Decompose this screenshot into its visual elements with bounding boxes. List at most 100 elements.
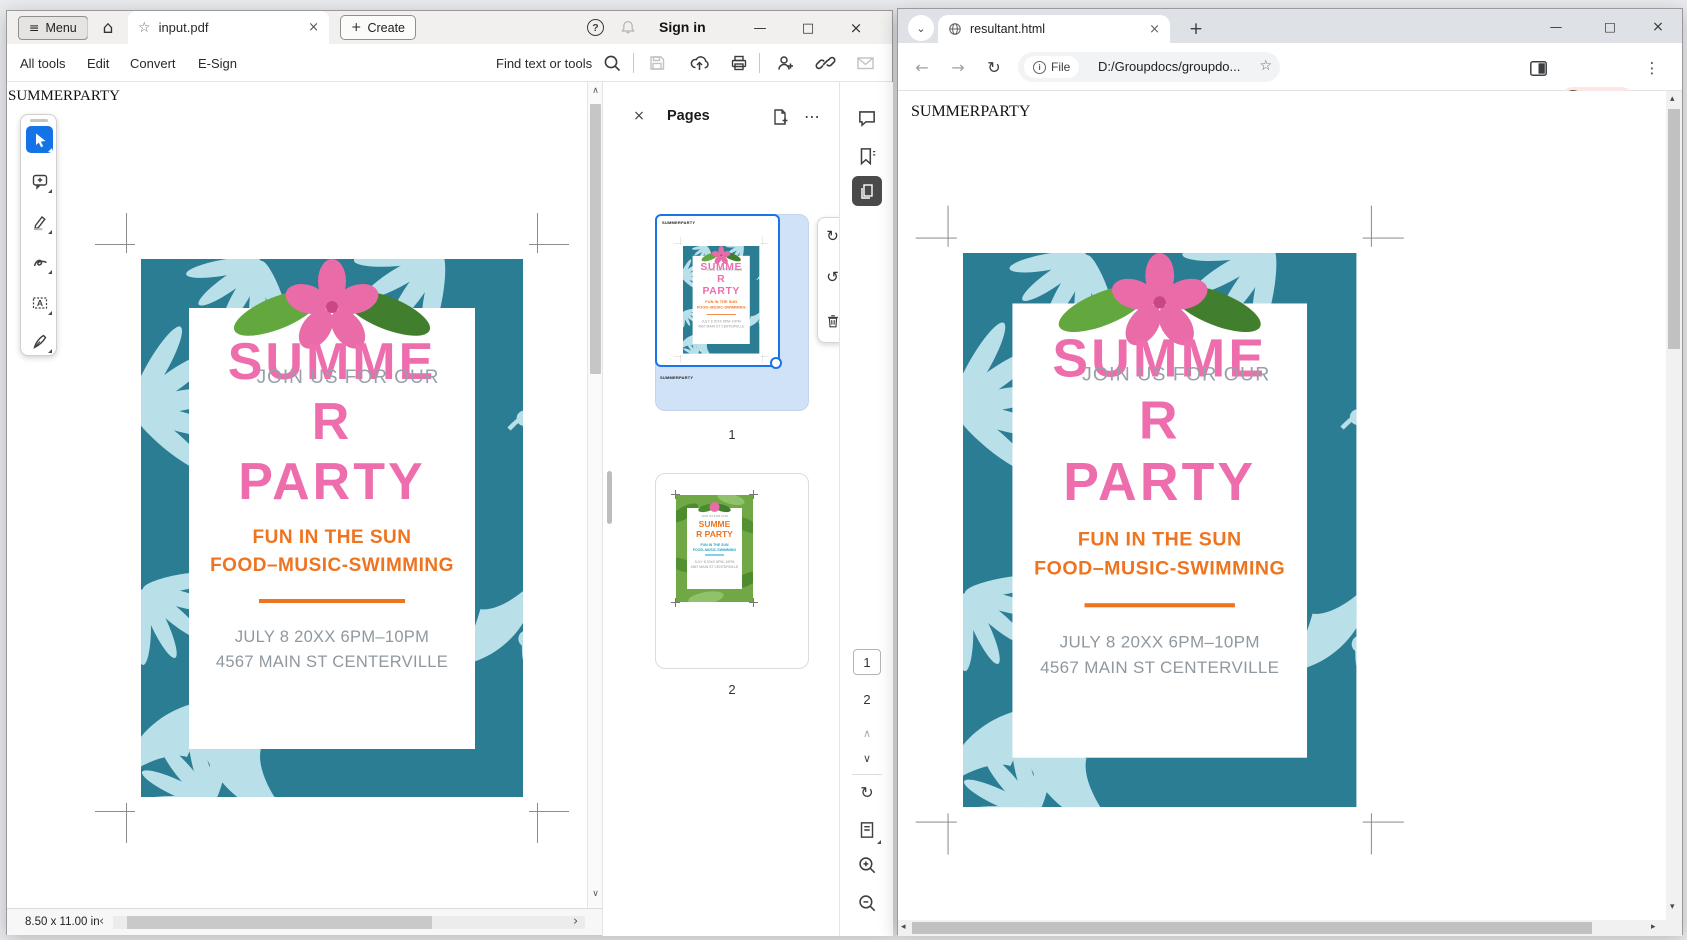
close-button[interactable]: × <box>841 18 871 38</box>
scroll-right-arrow[interactable]: ▸ <box>1651 923 1656 932</box>
menu-convert[interactable]: Convert <box>130 44 176 82</box>
comment-icon <box>856 107 878 129</box>
address-bar[interactable]: i File D:/Groupdocs/groupdo... ☆ <box>1018 52 1280 82</box>
panel-close-icon[interactable]: × <box>629 106 649 126</box>
star-icon[interactable]: ☆ <box>138 21 151 35</box>
link-button[interactable] <box>815 53 835 73</box>
file-scheme-chip[interactable]: i File <box>1024 56 1079 78</box>
bookmarks-panel-button[interactable] <box>855 144 879 168</box>
highlight-tool-button[interactable] <box>26 208 53 235</box>
zoom-in-icon <box>856 854 878 876</box>
drag-handle[interactable] <box>30 119 48 122</box>
notifications-button[interactable] <box>619 18 637 40</box>
home-button[interactable]: ⌂ <box>96 16 120 40</box>
current-page-box[interactable]: 1 <box>853 649 881 675</box>
new-tab-button[interactable]: + <box>1184 17 1208 41</box>
crop-mark <box>671 490 680 499</box>
scroll-left-arrow[interactable]: ‹ <box>99 915 104 928</box>
pages-panel-button[interactable] <box>852 176 882 206</box>
scrollbar-thumb[interactable] <box>590 104 601 374</box>
document-pane[interactable]: SUMMERPARTY A <box>7 82 587 908</box>
search-button[interactable] <box>602 53 622 73</box>
vertical-scrollbar[interactable]: ▴ ▾ <box>1666 91 1682 920</box>
right-rail: 1 2 ∧ ∨ ↻ <box>839 82 893 936</box>
sign-in-button[interactable]: Sign in <box>659 19 706 35</box>
comments-panel-button[interactable] <box>855 106 879 130</box>
help-button[interactable]: ? <box>587 19 604 36</box>
horizontal-scrollbar[interactable]: ◂ ▸ <box>898 920 1666 936</box>
menu-edit[interactable]: Edit <box>87 44 109 82</box>
scroll-down-arrow[interactable]: ∨ <box>588 890 603 899</box>
close-button[interactable]: × <box>1642 17 1674 37</box>
flyer-divider <box>707 314 736 315</box>
share-upload-button[interactable] <box>689 53 709 73</box>
tab-close-icon[interactable]: × <box>308 21 319 34</box>
rotate-page-button[interactable]: ↻ <box>840 785 894 801</box>
scroll-left-arrow[interactable]: ◂ <box>901 923 906 932</box>
draw-tool-button[interactable] <box>26 248 53 275</box>
crop-mark <box>529 811 569 812</box>
document-tab[interactable]: ☆ input.pdf × <box>128 11 329 44</box>
horizontal-scrollbar-thumb[interactable] <box>127 916 432 929</box>
scroll-up-arrow[interactable]: ∧ <box>588 87 603 96</box>
maximize-button[interactable]: □ <box>793 18 823 38</box>
document-vertical-scrollbar[interactable]: ∧ ∨ <box>587 82 602 908</box>
scrollbar-thumb[interactable] <box>1668 109 1680 349</box>
plus-icon: + <box>1189 21 1203 38</box>
page-1-thumbnail[interactable]: SUMMERPARTY JOIN US FOR OUR SUMMERPARTY … <box>655 214 809 411</box>
zoom-in-button[interactable] <box>855 853 879 877</box>
select-tool-button[interactable] <box>26 126 53 153</box>
flyer-title-line2: R <box>189 392 475 452</box>
zoom-out-button[interactable] <box>855 891 879 915</box>
scroll-down-arrow[interactable]: ▾ <box>1670 903 1675 912</box>
insert-page-button[interactable] <box>769 106 791 128</box>
crop-resize-handle[interactable] <box>770 357 782 369</box>
crop-mark <box>126 213 127 253</box>
add-text-tool-button[interactable]: A <box>26 289 53 316</box>
fill-sign-tool-button[interactable] <box>26 327 53 354</box>
menu-esign[interactable]: E-Sign <box>198 44 237 82</box>
forward-button: → <box>946 56 970 80</box>
flyer-date: JULY 8 20XX 6PM–10PM <box>189 628 475 647</box>
fountain-pen-icon <box>31 332 49 350</box>
browser-tab[interactable]: resultant.html × <box>938 15 1170 43</box>
browser-menu-button[interactable]: ⋮ <box>1640 56 1664 80</box>
previous-page-button[interactable]: ∧ <box>840 728 894 739</box>
address-url[interactable]: D:/Groupdocs/groupdo... <box>1098 59 1258 74</box>
person-plus-icon <box>775 53 796 73</box>
divider <box>87 19 88 37</box>
search-icon <box>602 53 622 73</box>
maximize-button[interactable]: □ <box>1594 17 1626 37</box>
scroll-up-arrow[interactable]: ▴ <box>1670 95 1675 104</box>
pages-panel-scrollbar-thumb[interactable] <box>607 471 612 524</box>
next-page-button[interactable]: ∨ <box>840 753 894 764</box>
tab-close-icon[interactable]: × <box>1149 23 1160 36</box>
request-signature-button[interactable] <box>775 53 795 73</box>
scrollbar-thumb[interactable] <box>912 922 1592 934</box>
create-label: Create <box>367 21 405 35</box>
add-comment-tool-button[interactable] <box>26 167 53 194</box>
flyer-subtitle1: FUN IN THE SUN <box>189 527 475 549</box>
minimize-button[interactable]: — <box>745 18 775 38</box>
info-icon[interactable]: i <box>1033 61 1046 74</box>
flyer-subtitle1: FUN IN THE SUN <box>693 300 750 304</box>
rendered-html-page[interactable]: SUMMERPARTY JOIN US FOR OUR SUMME R PART… <box>898 91 1666 920</box>
more-options-icon[interactable]: ⋯ <box>801 106 823 128</box>
side-panel-button[interactable] <box>1526 56 1550 80</box>
menu-button[interactable]: ≡ Menu <box>18 16 88 40</box>
reload-button[interactable]: ↻ <box>982 56 1006 80</box>
tab-title: resultant.html <box>970 22 1141 36</box>
page-2-thumbnail[interactable]: JOIN US FOR OUR SUMME R PARTY FUN IN THE… <box>655 473 809 669</box>
create-button[interactable]: + Create <box>340 15 416 40</box>
menu-all-tools[interactable]: All tools <box>20 44 66 82</box>
divider <box>633 53 634 73</box>
crop-selection-box[interactable]: SUMMERPARTY JOIN US FOR OUR SUMMERPARTY … <box>655 214 780 367</box>
minimize-button[interactable]: — <box>1540 17 1572 37</box>
print-button[interactable] <box>729 53 749 73</box>
scroll-right-arrow[interactable]: › <box>573 915 578 928</box>
home-icon: ⌂ <box>103 20 114 37</box>
tab-search-button[interactable]: ⌄ <box>908 15 934 41</box>
plus-icon: + <box>351 21 361 34</box>
bookmark-star-icon[interactable]: ☆ <box>1259 59 1272 73</box>
fit-page-button[interactable] <box>855 818 879 842</box>
